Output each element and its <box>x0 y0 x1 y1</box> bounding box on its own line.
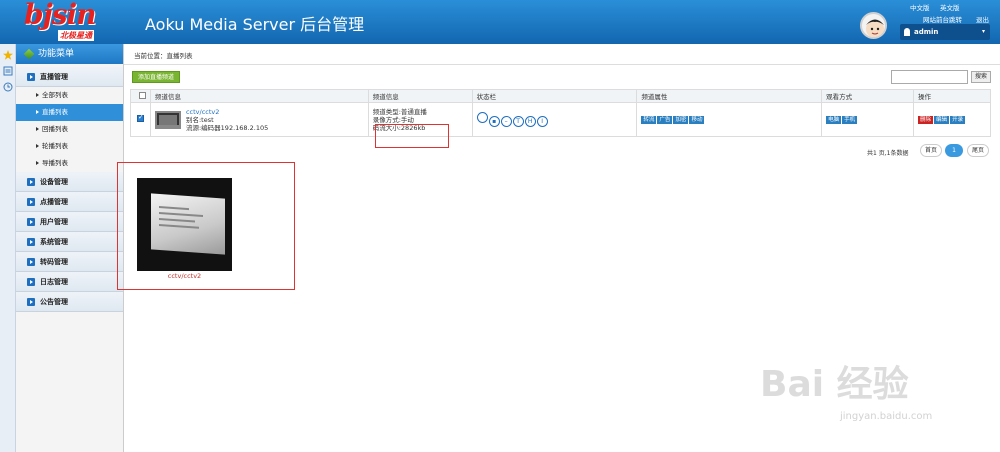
play-icon <box>27 218 35 226</box>
lang-en-link[interactable]: 英文版 <box>940 2 960 12</box>
sidebar-item-director[interactable]: 导播列表 <box>16 155 123 172</box>
play-icon <box>27 278 35 286</box>
attr-relay-tag[interactable]: 转流 <box>641 116 657 124</box>
play-icon <box>27 73 35 81</box>
user-dropdown[interactable]: admin ▾ <box>900 24 990 40</box>
app-title: Aoku Media Server 后台管理 <box>145 15 365 34</box>
first-page-button[interactable]: 首页 <box>920 144 942 157</box>
status-h-icon[interactable]: H <box>524 116 536 127</box>
sidebar-item-replay[interactable]: 回播列表 <box>16 121 123 138</box>
sidebar-group-vod[interactable]: 点播管理 <box>16 192 123 212</box>
delete-button[interactable]: 删除 <box>918 116 934 124</box>
avatar[interactable] <box>860 12 887 39</box>
play-icon <box>27 298 35 306</box>
chevron-down-icon: ▾ <box>981 28 985 35</box>
edit-button[interactable]: 编辑 <box>934 116 950 124</box>
search-button[interactable]: 搜索 <box>971 71 991 83</box>
star-icon[interactable] <box>3 50 13 60</box>
last-page-button[interactable]: 尾页 <box>967 144 989 157</box>
status-camera-icon[interactable]: ▪ <box>488 116 500 127</box>
col-header-ops: 操作 <box>913 89 991 103</box>
channel-type: 频道类型:普通直播 <box>372 107 427 116</box>
col-header-watch: 观看方式 <box>821 89 915 103</box>
logo-wordmark: bjsin <box>24 0 96 31</box>
thumbnail-caption[interactable]: cctv/cctv2 <box>137 272 232 280</box>
watch-pc-tag[interactable]: 电脑 <box>826 116 842 124</box>
sidebar-item-carousel[interactable]: 轮播列表 <box>16 138 123 155</box>
col-header-attributes: 频道属性 <box>636 89 823 103</box>
status-i-icon[interactable]: I <box>536 116 548 127</box>
watch-mobile-tag[interactable]: 手机 <box>842 116 858 124</box>
watermark-url: jingyan.baidu.com <box>840 411 933 422</box>
sidebar-item-all[interactable]: 全部列表 <box>16 87 123 104</box>
divider <box>124 64 1000 65</box>
row-select-cell <box>130 102 151 137</box>
user-icon <box>904 28 910 36</box>
col-header-channel-detail: 频道信息 <box>367 89 473 103</box>
highlight-box-bitrate <box>375 124 449 148</box>
add-channel-button[interactable]: 添加直播频道 <box>132 71 181 83</box>
channel-source: 流源:编码器192.168.2.105 <box>185 123 269 132</box>
attr-ad-tag[interactable]: 广告 <box>657 116 673 124</box>
select-all-checkbox[interactable] <box>138 91 146 99</box>
sidebar: 功能菜单 直播管理 全部列表 直播列表 回播列表 轮播列表 导播列表 设备管理 … <box>16 44 124 452</box>
logout-link[interactable]: 退出 <box>976 14 989 24</box>
start-record-button[interactable]: 开录 <box>950 116 966 124</box>
attr-mobile-tag[interactable]: 移动 <box>689 116 705 124</box>
site-jump-link[interactable]: 网站前台跳转 <box>923 14 962 24</box>
app-header: bjsin 北极星通 Aoku Media Server 后台管理 中文版 英文… <box>0 0 1000 44</box>
channel-name-link[interactable]: cctv/cctv2 <box>186 108 219 116</box>
play-icon <box>27 258 35 266</box>
channel-alias: 别名:test <box>185 115 214 124</box>
cube-icon <box>23 48 35 60</box>
search-input[interactable] <box>891 70 968 84</box>
lang-cn-link[interactable]: 中文版 <box>910 2 930 12</box>
brand-logo: bjsin 北极星通 <box>24 0 120 41</box>
play-icon <box>27 238 35 246</box>
table-row: cctv/cctv2 别名:test 流源:编码器192.168.2.105 频… <box>130 102 991 137</box>
channel-info-cell: cctv/cctv2 别名:test 流源:编码器192.168.2.105 <box>149 102 369 137</box>
table-header-row: 频道信息 频道信息 状态栏 频道属性 观看方式 操作 <box>130 89 991 103</box>
ops-cell: 删除 编辑 开录 <box>913 102 991 137</box>
tv-icon <box>154 110 181 129</box>
status-minus-icon[interactable]: – <box>500 116 512 127</box>
status-cell: ▪ – T H I <box>471 102 638 137</box>
thumbnail-screen <box>151 193 225 255</box>
sidebar-group-user[interactable]: 用户管理 <box>16 212 123 232</box>
sidebar-group-live[interactable]: 直播管理 <box>16 67 123 87</box>
sidebar-group-device[interactable]: 设备管理 <box>16 172 123 192</box>
sidebar-group-log[interactable]: 日志管理 <box>16 272 123 292</box>
select-all-cell <box>130 89 151 103</box>
col-header-status: 状态栏 <box>471 89 638 103</box>
list-icon[interactable] <box>3 66 13 76</box>
row-checkbox[interactable] <box>136 113 144 122</box>
play-icon <box>27 198 35 206</box>
status-circle-icon[interactable] <box>476 112 488 123</box>
breadcrumb: 当前位置：直播列表 <box>134 52 193 60</box>
sidebar-item-live[interactable]: 直播列表 <box>16 104 123 121</box>
watermark-logo: Bai 经验 <box>760 364 909 405</box>
username: admin <box>914 28 939 36</box>
sidebar-group-notice[interactable]: 公告管理 <box>16 292 123 312</box>
icon-rail <box>0 44 16 452</box>
channel-table: 频道信息 频道信息 状态栏 频道属性 观看方式 操作 cctv/cctv2 别名… <box>130 89 991 137</box>
logo-subtitle: 北极星通 <box>58 30 94 41</box>
col-header-channel-info: 频道信息 <box>149 89 369 103</box>
status-t-icon[interactable]: T <box>512 116 524 127</box>
attributes-cell: 转流 广告 加密 移动 <box>636 102 823 137</box>
play-icon <box>27 178 35 186</box>
page-summary: 共1 页,1条数据 <box>867 150 909 157</box>
clock-icon[interactable] <box>3 82 13 92</box>
watch-cell: 电脑 手机 <box>821 102 915 137</box>
sidebar-title: 功能菜单 <box>16 44 123 64</box>
channel-thumbnail[interactable] <box>137 178 232 271</box>
attr-encrypt-tag[interactable]: 加密 <box>673 116 689 124</box>
sidebar-group-transcode[interactable]: 转码管理 <box>16 252 123 272</box>
page-1-button[interactable]: 1 <box>945 144 963 157</box>
record-mode: 录像方式:手动 <box>372 115 414 124</box>
sidebar-group-system[interactable]: 系统管理 <box>16 232 123 252</box>
